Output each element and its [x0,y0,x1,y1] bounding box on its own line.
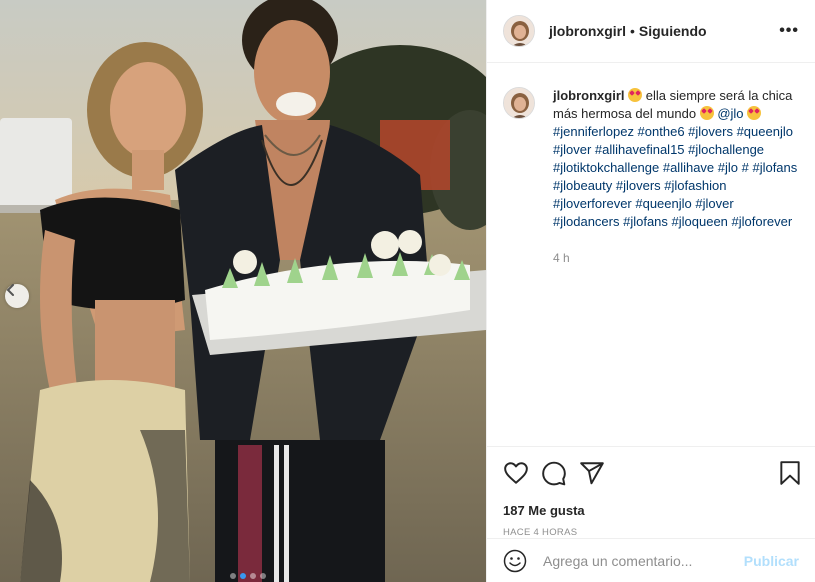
caption-avatar[interactable] [503,87,535,119]
carousel-dot-active [240,573,246,579]
following-button[interactable]: Siguiendo [639,23,707,39]
heart-eyes-emoji-icon [747,106,762,120]
header-username[interactable]: jlobronxgirl [549,23,626,39]
avatar[interactable] [503,15,535,47]
comment-bar: Publicar [487,538,815,582]
caption-username[interactable]: jlobronxgirl [553,88,625,103]
action-icons [503,459,803,487]
heart-eyes-emoji-icon [628,88,643,102]
post-header: jlobronxgirl • Siguiendo ••• [487,0,815,63]
more-options-icon[interactable]: ••• [779,22,799,40]
emoji-picker-icon[interactable] [503,549,527,573]
chevron-left-icon [6,284,14,296]
photo-illustration [0,0,486,582]
publish-button[interactable]: Publicar [744,553,799,569]
avatar-image [504,88,534,118]
caption-time[interactable]: 4 h [553,249,798,267]
header-separator: • [630,23,635,39]
heart-icon[interactable] [503,460,529,486]
post-photo[interactable] [0,0,486,582]
comment-input[interactable] [543,552,744,569]
caption-hashtags[interactable]: #jenniferlopez #onthe6 #jlovers #queenjl… [553,124,797,229]
caption-mention[interactable]: @jlo [717,106,743,121]
caption-text: jlobronxgirl ella siempre será la chica … [553,87,798,447]
carousel-dots [230,573,266,579]
caption-section: jlobronxgirl ella siempre será la chica … [487,63,815,447]
heart-eyes-emoji-icon [699,106,714,120]
likes-count[interactable]: 187 Me gusta [503,503,803,518]
carousel-dot [260,573,266,579]
post-timestamp[interactable]: HACE 4 HORAS [503,527,803,538]
previous-photo-button[interactable] [5,284,29,308]
avatar-image [504,16,534,46]
carousel-dot [230,573,236,579]
post-side-panel: jlobronxgirl • Siguiendo ••• jlobronxgir… [486,0,815,582]
share-icon[interactable] [579,460,605,486]
bookmark-icon[interactable] [777,460,803,486]
comment-icon[interactable] [541,460,567,486]
post-actions: 187 Me gusta HACE 4 HORAS [487,446,815,538]
carousel-dot [250,573,256,579]
